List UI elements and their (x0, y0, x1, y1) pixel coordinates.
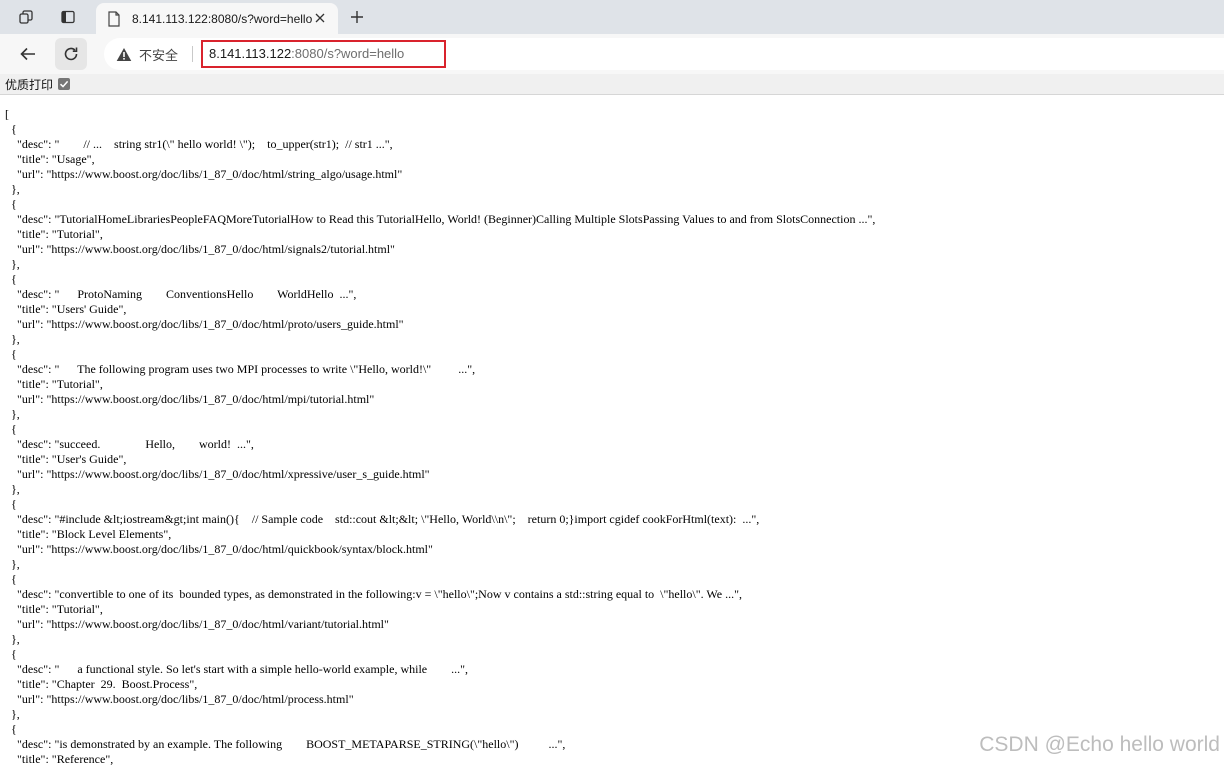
pretty-print-bar: 优质打印 (0, 74, 1224, 95)
not-secure-label: 不安全 (139, 47, 179, 63)
json-line: }, (5, 182, 20, 196)
back-button[interactable] (12, 38, 44, 70)
json-line: "title": "Tutorial", (5, 602, 103, 616)
json-line: }, (5, 482, 20, 496)
json-line: "url": "https://www.boost.org/doc/libs/1… (5, 317, 404, 331)
json-line: "url": "https://www.boost.org/doc/libs/1… (5, 692, 354, 706)
json-line: "url": "https://www.boost.org/doc/libs/1… (5, 242, 395, 256)
json-line: "title": "Tutorial", (5, 377, 103, 391)
json-line: }, (5, 332, 20, 346)
tab-strip: 8.141.113.122:8080/s?word=hello (0, 0, 1224, 34)
url-host: 8.141.113.122 (209, 46, 292, 61)
json-line: { (5, 122, 17, 136)
json-line: "title": "Chapter 29. Boost.Process", (5, 677, 198, 691)
json-line: "desc": " // ... string str1(\" hello wo… (5, 137, 393, 151)
json-line: }, (5, 632, 20, 646)
json-content: [ { "desc": " // ... string str1(\" hell… (5, 107, 1220, 767)
json-line: { (5, 272, 17, 286)
json-line: "url": "https://www.boost.org/doc/libs/1… (5, 542, 433, 556)
json-line: "title": "User's Guide", (5, 452, 127, 466)
json-line: { (5, 572, 17, 586)
json-line: { (5, 497, 17, 511)
new-tab-icon[interactable] (346, 6, 368, 28)
json-line: "desc": "#include &lt;iostream&gt;int ma… (5, 512, 760, 526)
page-icon (106, 10, 122, 27)
json-line: "desc": " a functional style. So let's s… (5, 662, 469, 676)
tab-actions-icon[interactable] (56, 6, 80, 28)
json-line: "desc": "convertible to one of its bound… (5, 587, 742, 601)
json-line: "title": "Users' Guide", (5, 302, 127, 316)
json-line: "title": "Usage", (5, 152, 95, 166)
pretty-print-label: 优质打印 (5, 77, 54, 92)
json-line: "desc": " ProtoNaming ConventionsHello W… (5, 287, 357, 301)
reload-icon (64, 47, 78, 61)
json-line: "url": "https://www.boost.org/doc/libs/1… (5, 392, 375, 406)
json-line: { (5, 347, 17, 361)
json-line: { (5, 647, 17, 661)
divider (192, 46, 193, 62)
security-indicator[interactable]: 不安全 (116, 45, 178, 63)
json-line: [ (5, 107, 9, 121)
json-line: }, (5, 257, 20, 271)
watermark: CSDN @Echo hello world (979, 733, 1220, 756)
active-tab[interactable]: 8.141.113.122:8080/s?word=hello (96, 3, 338, 34)
close-tab-icon[interactable] (312, 10, 328, 26)
warning-icon (116, 47, 132, 61)
address-bar[interactable]: 不安全 8.141.113.122:8080/s?word=hello (104, 38, 1224, 70)
json-line: "url": "https://www.boost.org/doc/libs/1… (5, 167, 403, 181)
browser-toolbar: 不安全 8.141.113.122:8080/s?word=hello (0, 34, 1224, 74)
json-line: }, (5, 707, 20, 721)
json-line: "desc": "succeed. Hello, world! ...", (5, 437, 254, 451)
json-line: "desc": "TutorialHomeLibrariesPeopleFAQM… (5, 212, 876, 226)
json-line: "url": "https://www.boost.org/doc/libs/1… (5, 467, 430, 481)
back-arrow-icon (20, 47, 35, 61)
pretty-print-checkbox[interactable] (58, 78, 71, 90)
json-line: "url": "https://www.boost.org/doc/libs/1… (5, 617, 389, 631)
json-line: { (5, 197, 17, 211)
workspaces-icon[interactable] (14, 6, 38, 28)
tab-title: 8.141.113.122:8080/s?word=hello (132, 11, 313, 26)
reload-button[interactable] (55, 38, 87, 70)
json-line: "desc": " The following program uses two… (5, 362, 476, 376)
json-line: { (5, 422, 17, 436)
json-line: }, (5, 407, 20, 421)
url-text[interactable]: 8.141.113.122:8080/s?word=hello (209, 46, 404, 61)
json-line: }, (5, 557, 20, 571)
json-line: "title": "Block Level Elements", (5, 527, 172, 541)
checkmark-icon (59, 80, 69, 88)
url-path: :8080/s?word=hello (291, 46, 405, 61)
json-line: "title": "Tutorial", (5, 227, 103, 241)
